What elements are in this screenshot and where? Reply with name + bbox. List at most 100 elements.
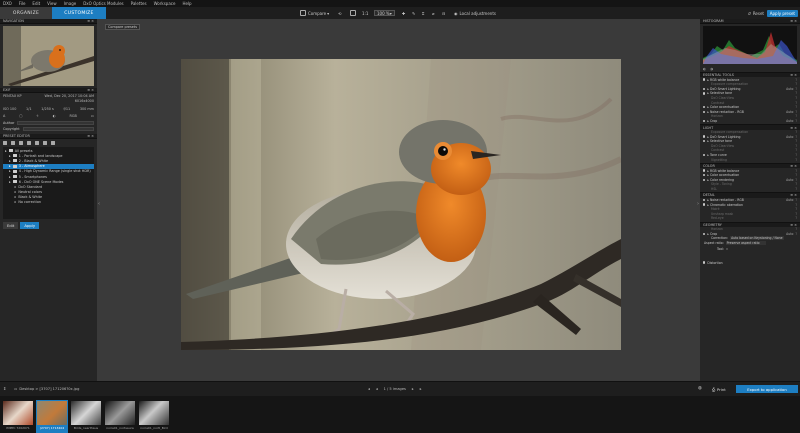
delete-icon[interactable] [35, 141, 39, 145]
highlight-clip-icon[interactable]: ◐ [703, 67, 706, 71]
image-viewer[interactable]: Compare presets ‹ › [97, 19, 700, 381]
collapse-right-icon[interactable]: › [697, 201, 699, 207]
new-preset-from-image-icon[interactable] [11, 141, 15, 145]
help-icon[interactable]: ? [795, 119, 797, 123]
compare-button[interactable]: Compare ▾ [300, 10, 329, 16]
settings-icon[interactable]: ◍ [698, 386, 702, 391]
main-photo[interactable] [181, 59, 621, 350]
last-image-icon[interactable]: ▸ [420, 387, 422, 391]
export-icon[interactable] [51, 141, 55, 145]
next-image-icon[interactable]: ▸ [412, 387, 414, 391]
panel-menu-icon[interactable]: ≡ × [87, 19, 94, 23]
help-icon[interactable]: ? [795, 216, 797, 220]
export-button[interactable]: Export to application [736, 385, 798, 393]
reset-button[interactable]: ↺ Reset [747, 10, 764, 17]
toggle-icon[interactable] [703, 140, 706, 143]
horizon-icon: ⊟ [442, 10, 446, 16]
zoom-1to1-button[interactable]: 1:1 [362, 10, 368, 16]
expand-arrow-icon[interactable]: ▸ [9, 169, 11, 173]
metering-icon: ▢ [19, 113, 23, 118]
repair-tool-button[interactable]: ⌀ [432, 10, 434, 16]
navigation-thumbnail[interactable] [3, 26, 94, 86]
panel-menu-icon[interactable]: ≡ × [790, 19, 797, 23]
horizon-tool-button[interactable]: ⊟ [442, 10, 445, 16]
help-icon[interactable]: ? [795, 158, 797, 162]
picker-button[interactable]: ✚ [402, 10, 405, 16]
crop-tool-button[interactable]: ⌗ [422, 10, 424, 16]
toggle-icon[interactable] [703, 261, 706, 264]
first-image-icon[interactable]: ◂ [368, 387, 370, 391]
menu-help[interactable]: Help [182, 1, 191, 6]
menu-file[interactable]: File [19, 1, 26, 6]
toggle-icon[interactable] [703, 106, 706, 109]
new-preset-icon[interactable] [3, 141, 7, 145]
panel-menu-icon[interactable]: ≡ × [87, 134, 94, 138]
menu-edit[interactable]: Edit [32, 1, 40, 6]
toggle-icon[interactable] [703, 119, 706, 123]
rotate-button[interactable]: ⟲ [338, 10, 341, 16]
import-icon[interactable] [43, 141, 47, 145]
apply-preset-button[interactable]: Apply preset [766, 10, 798, 17]
toggle-icon[interactable] [703, 135, 706, 138]
toggle-icon[interactable] [703, 203, 706, 206]
expand-arrow-icon[interactable]: ▸ [9, 159, 11, 163]
toggle-icon[interactable] [703, 198, 706, 202]
toggle-icon[interactable] [703, 92, 706, 95]
tool-row[interactable]: Red-eye? [700, 216, 800, 221]
filter-icon[interactable]: ⇕ [3, 386, 6, 391]
expand-arrow-icon[interactable]: ▸ [9, 154, 11, 158]
eyedropper-button[interactable]: ✎ [412, 10, 415, 16]
toggle-icon[interactable] [703, 178, 706, 181]
menu-image[interactable]: Image [64, 1, 77, 6]
help-icon[interactable]: ? [795, 187, 797, 191]
toggle-icon[interactable] [703, 232, 706, 236]
toggle-icon[interactable] [703, 153, 706, 157]
apply-preset-left-button[interactable]: Apply [20, 222, 40, 229]
tool-row[interactable]: ▸ Crop Auto? [700, 119, 800, 124]
film-thumb-selected[interactable]: (2707) 1713404 [36, 400, 68, 433]
expand-arrow-icon[interactable]: ▸ [9, 175, 11, 179]
film-thumb[interactable]: noria01_nortl_Bird [138, 400, 170, 433]
local-adjustments-button[interactable]: ◉ Local adjustments [454, 10, 496, 16]
histogram-header[interactable]: HISTOGRAM ≡ × [700, 19, 800, 24]
crop-tool-icon[interactable]: ⌗ [726, 247, 728, 251]
duplicate-icon[interactable] [27, 141, 31, 145]
collapse-left-icon[interactable]: ‹ [98, 201, 100, 207]
copyright-field[interactable] [22, 127, 94, 131]
toggle-icon[interactable] [703, 110, 706, 114]
toggle-icon[interactable] [703, 78, 706, 81]
prev-image-icon[interactable]: ◂ [376, 387, 378, 391]
toggle-icon[interactable] [703, 87, 706, 91]
film-thumb[interactable]: noria01_nortsaura [104, 400, 136, 433]
edit-preset-button[interactable]: Edit [3, 222, 19, 229]
preset-item[interactable]: ▫ No correction [3, 200, 94, 205]
expand-arrow-icon[interactable]: ▸ [9, 164, 11, 168]
tab-customize[interactable]: CUSTOMIZE [52, 7, 106, 19]
expand-arrow-icon[interactable]: ▸ [707, 119, 709, 123]
folder-icon[interactable] [19, 141, 23, 145]
navigation-header[interactable]: NAVIGATION ≡ × [0, 19, 97, 24]
menu-dxo[interactable]: DXO [3, 1, 12, 6]
menu-optics-modules[interactable]: DxO Optics Modules [83, 1, 123, 6]
menu-view[interactable]: View [47, 1, 57, 6]
zoom-select[interactable]: 100 % ▾ [374, 10, 395, 16]
fit-button[interactable] [350, 10, 356, 16]
tab-organize[interactable]: ORGANIZE [0, 7, 52, 19]
tool-row[interactable]: HSL? [700, 187, 800, 192]
tool-row[interactable]: Vignetting? [700, 157, 800, 162]
film-thumb[interactable]: IMPPC 7202071 [2, 400, 34, 433]
shadow-clip-icon[interactable]: ◑ [710, 67, 713, 71]
menu-workspace[interactable]: Workspace [154, 1, 176, 6]
distortion-row[interactable]: Distortion [700, 260, 800, 265]
folder-path[interactable]: ▭ Desktop > [3707] 171206?0x.jpg [14, 386, 79, 392]
author-field[interactable] [17, 121, 94, 125]
expand-arrow-icon[interactable]: ▸ [9, 180, 11, 184]
toggle-icon[interactable] [703, 169, 706, 172]
camera-model: PENTAX KP [3, 93, 22, 98]
film-thumb[interactable]: Birds_nearthaus [70, 400, 102, 433]
print-button[interactable]: ⎙ Print [712, 386, 726, 393]
expand-arrow-icon[interactable]: ▸ [5, 149, 7, 153]
toggle-icon[interactable] [703, 173, 706, 177]
menu-palettes[interactable]: Palettes [131, 1, 147, 6]
panel-menu-icon[interactable]: ≡ × [87, 88, 94, 92]
